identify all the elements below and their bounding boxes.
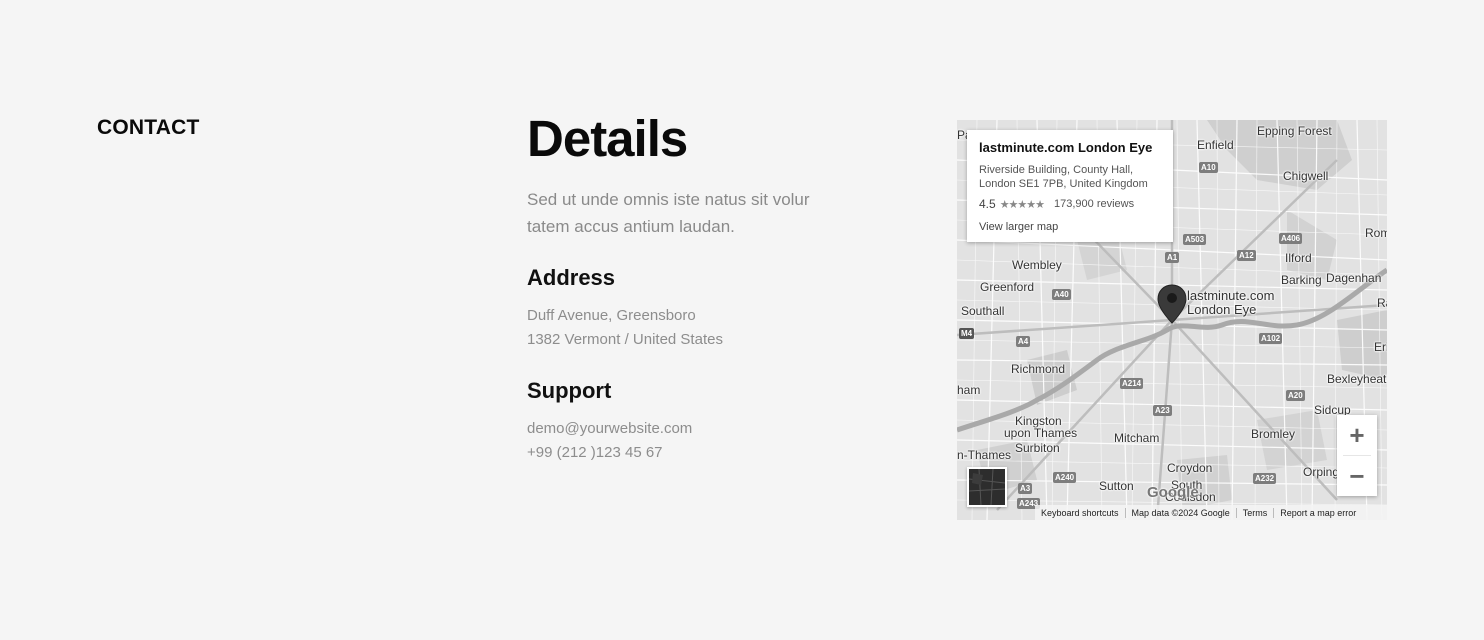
- place-label: Bexleyheatl: [1327, 372, 1387, 386]
- road-shield: A40: [1052, 289, 1071, 300]
- place-label: Rom: [1365, 226, 1387, 240]
- report-map-error-link[interactable]: Report a map error: [1274, 508, 1362, 518]
- keyboard-shortcuts-link[interactable]: Keyboard shortcuts: [1035, 507, 1126, 518]
- place-label: Epping Forest: [1257, 124, 1332, 138]
- address-line-2: 1382 Vermont / United States: [527, 331, 723, 348]
- pin-label-line-2: London Eye: [1187, 302, 1257, 317]
- place-label: Southall: [961, 304, 1005, 318]
- place-label: ham: [957, 383, 981, 397]
- embedded-map[interactable]: Epping Forest Pa Enfield Chigwell Rom We…: [957, 120, 1387, 520]
- terms-link[interactable]: Terms: [1237, 507, 1275, 518]
- place-label: upon Thames: [1004, 426, 1078, 440]
- place-label: Ilford: [1285, 251, 1312, 265]
- map-pin-icon[interactable]: [1157, 284, 1187, 324]
- road-shield: A12: [1237, 250, 1256, 261]
- satellite-thumbnail-icon: [968, 468, 1006, 506]
- road-shield: A406: [1279, 233, 1303, 244]
- support-email[interactable]: demo@yourwebsite.com: [527, 417, 692, 441]
- place-label: Croydon: [1167, 461, 1213, 475]
- support-heading: Support: [527, 378, 612, 403]
- place-name: lastminute.com London Eye: [979, 140, 1153, 155]
- place-label: Barking: [1281, 273, 1322, 287]
- section-label: CONTACT: [97, 116, 200, 139]
- rating-row: 4.5 ★★★★★ 173,900 reviews: [979, 197, 1161, 211]
- road-shield: A240: [1053, 472, 1077, 483]
- place-address-line-2: London SE1 7PB, United Kingdom: [979, 178, 1148, 190]
- place-label: Surbiton: [1015, 441, 1060, 455]
- details-block: Details Sed ut unde omnis iste natus sit…: [527, 108, 867, 461]
- road-shield: A4: [1016, 336, 1031, 347]
- place-label: Sutton: [1099, 479, 1134, 493]
- google-logo: Google: [1147, 484, 1199, 501]
- road-shield: A214: [1120, 378, 1144, 389]
- details-intro: Sed ut unde omnis iste natus sit volur t…: [527, 190, 810, 236]
- place-label: Enfield: [1197, 138, 1234, 152]
- road-shield: A10: [1199, 162, 1218, 173]
- place-label: Mitcham: [1114, 431, 1160, 445]
- place-label: Ra: [1377, 296, 1387, 310]
- map-footer: Keyboard shortcuts Map data ©2024 Google…: [1035, 505, 1387, 520]
- road-shield: A23: [1153, 405, 1172, 416]
- support-info: demo@yourwebsite.com +99 (212 )123 45 67: [527, 417, 692, 465]
- place-label: Bromley: [1251, 427, 1296, 441]
- satellite-layer-toggle[interactable]: [967, 467, 1007, 507]
- road-shield: A20: [1286, 390, 1305, 401]
- place-label: Richmond: [1011, 362, 1066, 376]
- review-count[interactable]: 173,900 reviews: [1054, 198, 1134, 210]
- support-phone[interactable]: +99 (212 )123 45 67: [527, 441, 692, 465]
- map-data-attribution: Map data ©2024 Google: [1126, 507, 1237, 518]
- place-label: Greenford: [980, 280, 1035, 294]
- rating-value: 4.5: [979, 197, 996, 211]
- road-shield: A232: [1253, 473, 1277, 484]
- details-title: Details: [527, 110, 688, 167]
- place-label: Dagenhan: [1326, 271, 1382, 285]
- place-address: Riverside Building, County Hall, London …: [979, 163, 1161, 191]
- road-shield: A102: [1259, 333, 1283, 344]
- place-label: Eri: [1374, 340, 1387, 354]
- address-info: Duff Avenue, Greensboro 1382 Vermont / U…: [527, 304, 723, 352]
- road-shield: A1: [1165, 252, 1180, 263]
- rating-stars-icon: ★★★★★: [999, 198, 1045, 211]
- zoom-controls: + −: [1337, 415, 1377, 496]
- place-label: Chigwell: [1283, 169, 1329, 183]
- road-shield: M4: [959, 328, 975, 339]
- zoom-out-button[interactable]: −: [1337, 456, 1377, 496]
- road-shield: A3: [1018, 483, 1033, 494]
- place-address-line-1: Riverside Building, County Hall,: [979, 164, 1134, 176]
- place-label: Wembley: [1012, 258, 1062, 272]
- view-larger-map-link[interactable]: View larger map: [979, 221, 1161, 233]
- address-heading: Address: [527, 265, 616, 290]
- place-label: n-Thames: [957, 448, 1012, 462]
- place-label: Orping: [1303, 465, 1340, 479]
- pin-label: lastminute.com London Eye: [1187, 289, 1274, 317]
- address-line-1: Duff Avenue, Greensboro: [527, 307, 696, 324]
- zoom-in-button[interactable]: +: [1337, 415, 1377, 455]
- road-shield: A503: [1183, 234, 1207, 245]
- place-info-card: lastminute.com London Eye Riverside Buil…: [967, 130, 1173, 242]
- pin-label-line-1: lastminute.com: [1187, 288, 1275, 303]
